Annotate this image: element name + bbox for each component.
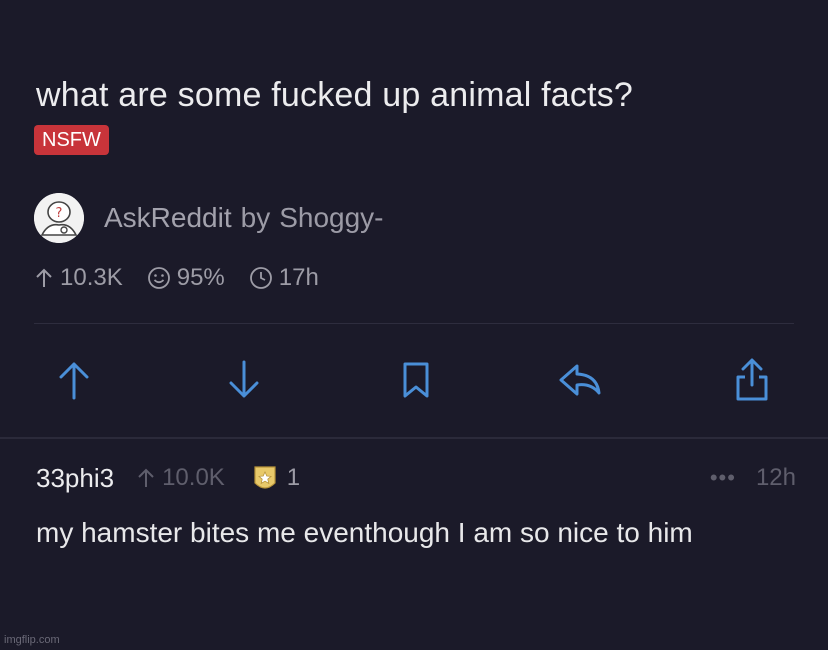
comment-body: my hamster bites me eventhough I am so n… — [36, 517, 693, 548]
share-icon — [736, 358, 768, 401]
arrow-up-small-icon — [36, 268, 52, 287]
age-stat: 17h — [249, 264, 319, 292]
arrow-up-icon — [59, 362, 89, 400]
save-button[interactable] — [388, 352, 444, 408]
upvote-count: 10.3K — [60, 264, 123, 291]
post-author-row: ? AskReddit by Shoggy- — [34, 192, 384, 244]
comment-age: 12h — [755, 464, 796, 491]
arrow-up-small-icon — [138, 468, 154, 487]
ratio-stat: 95% — [147, 264, 225, 292]
post-comment-divider — [0, 437, 828, 439]
post-author[interactable]: Shoggy- — [279, 202, 383, 233]
more-options-icon[interactable]: ••• — [710, 465, 736, 491]
comment-vote-count: 10.0K — [162, 464, 225, 491]
subreddit-name[interactable]: AskReddit — [104, 202, 232, 233]
stats-divider — [34, 323, 794, 324]
reply-button[interactable] — [552, 352, 608, 408]
share-button[interactable] — [724, 352, 780, 408]
watermark: imgflip.com — [4, 634, 60, 646]
subreddit-avatar-icon[interactable]: ? — [34, 193, 84, 243]
comment-votes: 10.0K — [136, 464, 225, 492]
smiley-icon — [147, 267, 170, 289]
arrow-down-icon — [229, 360, 259, 398]
award-icon — [254, 466, 276, 489]
reply-arrow-icon — [559, 364, 601, 396]
bookmark-icon — [403, 362, 429, 398]
upvote-ratio: 95% — [176, 264, 225, 291]
reddit-post-screen: what are some fucked up animal facts? NS… — [0, 0, 828, 650]
post-age: 17h — [278, 264, 319, 291]
post-action-bar — [34, 346, 794, 416]
upvote-button[interactable] — [46, 352, 102, 408]
svg-text:?: ? — [56, 206, 63, 221]
comment-meta: ••• 12h — [710, 458, 796, 498]
comment-author[interactable]: 33phi3 — [36, 463, 114, 494]
post-title: what are some fucked up animal facts? — [36, 76, 634, 114]
post-stats: 10.3K 95% 17h — [34, 264, 343, 292]
nsfw-badge: NSFW — [34, 125, 109, 155]
comment-header: 33phi3 10.0K 1 ••• 12h — [36, 458, 796, 498]
comment-award[interactable]: 1 — [251, 463, 300, 493]
post-byline: AskReddit by Shoggy- — [104, 202, 384, 234]
upvote-stat: 10.3K — [34, 264, 123, 292]
downvote-button[interactable] — [216, 352, 272, 408]
award-count: 1 — [286, 464, 301, 491]
by-label: by — [240, 202, 271, 233]
clock-icon — [249, 267, 272, 289]
